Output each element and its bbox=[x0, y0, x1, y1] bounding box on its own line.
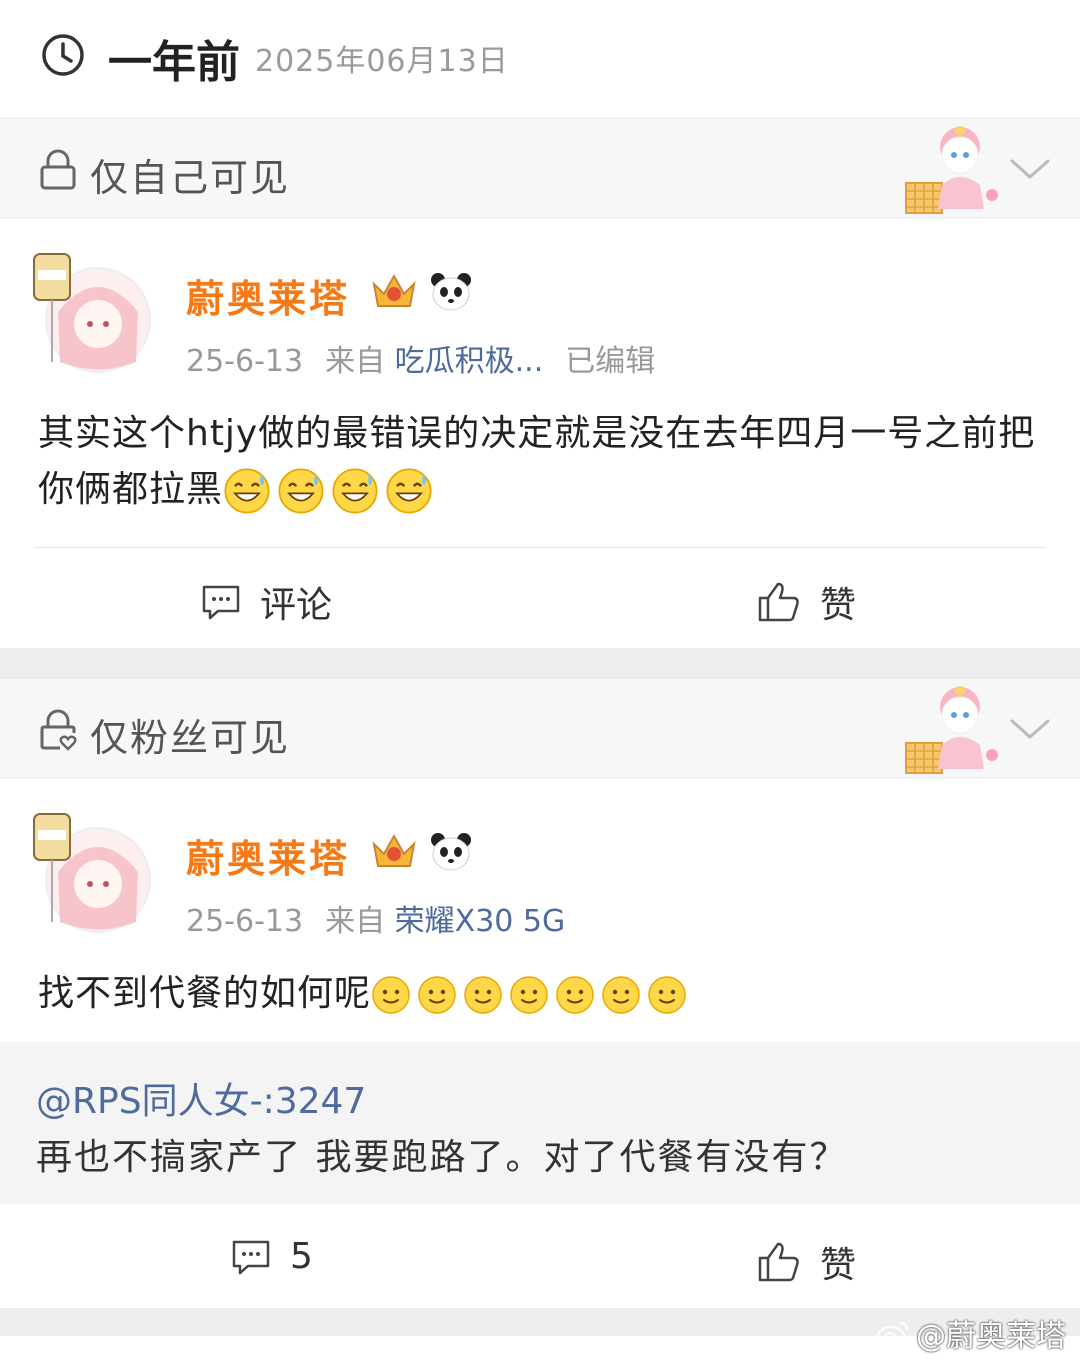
quoted-user-link[interactable]: @RPS同人女-:3247 bbox=[36, 1072, 366, 1124]
header-date: 2025年06月13日 bbox=[255, 44, 509, 79]
relative-time: 一年前 bbox=[108, 37, 240, 88]
thumbs-up-icon bbox=[758, 582, 799, 622]
memory-header: 一年前 2025年06月13日 bbox=[0, 0, 1080, 118]
visibility-label: 仅粉丝可见 bbox=[90, 716, 291, 760]
quoted-text: 再也不搞家产了 我要跑路了。对了代餐有没有？ bbox=[36, 1137, 848, 1178]
thumbs-up-icon bbox=[758, 1242, 799, 1282]
post-source[interactable]: 荣耀X30 5G bbox=[395, 904, 566, 939]
emoji-row bbox=[223, 467, 433, 515]
panda-badge-icon bbox=[431, 833, 471, 871]
like-button[interactable]: 赞 bbox=[756, 1236, 856, 1288]
post-text: 其实这个htjy做的最错误的决定就是没在去年四月一号之前把你俩都拉黑 bbox=[38, 406, 1048, 518]
post-text: 找不到代餐的如何呢 bbox=[38, 966, 1048, 1022]
like-label: 赞 bbox=[820, 585, 857, 626]
post-source[interactable]: 吃瓜积极... bbox=[395, 344, 544, 379]
vip-crown-badge-icon bbox=[372, 273, 416, 307]
panda-badge-icon bbox=[431, 273, 471, 311]
slight-smile-emoji bbox=[602, 976, 640, 1014]
post-date: 25-6-13 bbox=[186, 344, 304, 379]
post-text-content: 找不到代餐的如何呢 bbox=[38, 973, 372, 1014]
watermark: @蔚奥莱塔 bbox=[876, 1311, 1066, 1355]
mascot-sticker-icon bbox=[905, 686, 998, 774]
clock-icon bbox=[42, 34, 84, 76]
emoji-row bbox=[371, 975, 687, 1015]
sweat-smile-emoji bbox=[332, 468, 378, 514]
comment-icon bbox=[232, 1240, 270, 1274]
like-button[interactable]: 赞 bbox=[756, 576, 856, 628]
mascot-sticker-icon bbox=[905, 126, 998, 214]
visibility-label: 仅自己可见 bbox=[90, 156, 291, 200]
post-date: 25-6-13 bbox=[186, 904, 304, 939]
quoted-post[interactable]: @RPS同人女-:3247 再也不搞家产了 我要跑路了。对了代餐有没有？ bbox=[0, 1042, 1080, 1204]
source-prefix: 来自 bbox=[325, 904, 386, 939]
chevron-down-icon[interactable] bbox=[1008, 709, 1052, 749]
fans-lock-icon bbox=[40, 709, 77, 751]
vip-crown-badge-icon bbox=[372, 833, 416, 867]
slight-smile-emoji bbox=[556, 976, 594, 1014]
comment-icon bbox=[202, 585, 240, 620]
post-text-content: 其实这个htjy做的最错误的决定就是没在去年四月一号之前把你俩都拉黑 bbox=[38, 413, 1036, 510]
comment-count: 5 bbox=[290, 1236, 313, 1277]
post-card: 蔚奥莱塔 25-6-13 来自 吃瓜积极... 已编辑 其实这个htjy做的最错误的… bbox=[0, 220, 1080, 648]
slight-smile-emoji bbox=[510, 976, 548, 1014]
visibility-bar: 仅粉丝可见 bbox=[0, 678, 1080, 778]
slight-smile-emoji bbox=[464, 976, 502, 1014]
slight-smile-emoji bbox=[648, 976, 686, 1014]
divider bbox=[34, 547, 1046, 548]
sweat-smile-emoji bbox=[386, 468, 432, 514]
sweat-smile-emoji bbox=[224, 468, 270, 514]
source-prefix: 来自 bbox=[325, 344, 386, 379]
section-separator bbox=[0, 648, 1080, 678]
visibility-bar: 仅自己可见 bbox=[0, 118, 1080, 218]
slight-smile-emoji bbox=[372, 976, 410, 1014]
slight-smile-emoji bbox=[418, 976, 456, 1014]
avatar[interactable] bbox=[28, 242, 154, 378]
post-meta: 25-6-13 来自 荣耀X30 5G bbox=[186, 896, 565, 940]
edited-label: 已编辑 bbox=[565, 344, 656, 379]
like-label: 赞 bbox=[820, 1245, 857, 1286]
username[interactable]: 蔚奥莱塔 bbox=[186, 828, 350, 883]
username[interactable]: 蔚奥莱塔 bbox=[186, 268, 350, 323]
avatar[interactable] bbox=[28, 802, 154, 938]
weibo-logo-icon bbox=[877, 1322, 908, 1346]
comment-button[interactable]: 5 bbox=[230, 1236, 313, 1277]
lock-icon bbox=[40, 149, 76, 190]
comment-label: 评论 bbox=[260, 585, 333, 626]
chevron-down-icon[interactable] bbox=[1008, 149, 1052, 189]
comment-button[interactable]: 评论 bbox=[200, 576, 332, 628]
post-meta: 25-6-13 来自 吃瓜积极... 已编辑 bbox=[186, 336, 655, 380]
sweat-smile-emoji bbox=[278, 468, 324, 514]
post-card: 蔚奥莱塔 25-6-13 来自 荣耀X30 5G 找不到代餐的如何呢 @RPS同人… bbox=[0, 780, 1080, 1308]
watermark-text: @蔚奥莱塔 bbox=[916, 1319, 1066, 1354]
